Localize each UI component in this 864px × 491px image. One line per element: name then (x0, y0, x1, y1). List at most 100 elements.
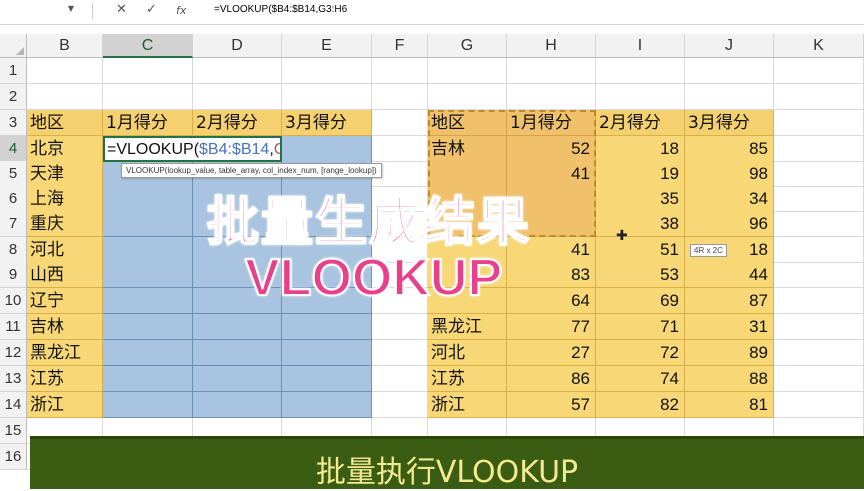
right-score-cell[interactable]: 88 (685, 366, 774, 392)
right-score-cell[interactable]: 18 (596, 136, 685, 162)
row-header-4[interactable]: 4 (0, 136, 27, 162)
right-score-cell[interactable]: 89 (685, 340, 774, 366)
column-header-f[interactable]: F (372, 34, 428, 58)
right-score-cell[interactable]: 77 (507, 314, 596, 340)
right-region-cell[interactable]: 黑龙江 (428, 314, 507, 340)
right-score-cell[interactable]: 86 (507, 366, 596, 392)
column-header-b[interactable]: B (27, 34, 103, 58)
region-cell[interactable]: 黑龙江 (27, 340, 103, 366)
left-header-cell[interactable]: 地区 (27, 110, 103, 136)
score-cell[interactable] (193, 314, 282, 340)
score-cell[interactable] (103, 340, 193, 366)
right-score-cell[interactable]: 74 (596, 366, 685, 392)
score-cell[interactable] (282, 340, 372, 366)
left-header-cell[interactable]: 2月得分 (193, 110, 282, 136)
column-header-j[interactable]: J (685, 34, 774, 58)
column-header-d[interactable]: D (193, 34, 282, 58)
score-cell[interactable] (103, 211, 193, 237)
right-score-cell[interactable]: 35 (596, 186, 685, 212)
score-cell[interactable] (103, 288, 193, 314)
score-cell[interactable] (103, 262, 193, 288)
right-score-cell[interactable]: 85 (685, 136, 774, 162)
cancel-icon[interactable]: ✕ (116, 2, 127, 17)
region-cell[interactable]: 江苏 (27, 366, 103, 392)
region-cell[interactable]: 天津 (27, 161, 103, 187)
score-cell[interactable] (103, 366, 193, 392)
score-cell[interactable] (103, 186, 193, 212)
score-cell[interactable] (193, 366, 282, 392)
score-cell[interactable] (282, 136, 372, 162)
column-header-k[interactable]: K (774, 34, 864, 58)
row-header-9[interactable]: 9 (0, 262, 27, 288)
row-header-13[interactable]: 13 (0, 366, 27, 392)
column-header-g[interactable]: G (428, 34, 507, 58)
row-header-8[interactable]: 8 (0, 237, 27, 263)
right-region-cell[interactable]: 吉林 (428, 136, 507, 162)
right-score-cell[interactable]: 96 (685, 211, 774, 237)
region-cell[interactable]: 吉林 (27, 314, 103, 340)
region-cell[interactable]: 重庆 (27, 211, 103, 237)
right-score-cell[interactable]: 44 (685, 262, 774, 288)
insert-function-icon[interactable]: fx (176, 4, 186, 17)
right-score-cell[interactable]: 72 (596, 340, 685, 366)
region-cell[interactable]: 辽宁 (27, 288, 103, 314)
right-score-cell[interactable]: 81 (685, 392, 774, 418)
right-score-cell[interactable]: 19 (596, 161, 685, 187)
region-cell[interactable]: 北京 (27, 136, 103, 162)
left-header-cell[interactable]: 3月得分 (282, 110, 372, 136)
row-header-15[interactable]: 15 (0, 418, 27, 444)
formula-input[interactable]: =VLOOKUP($B4:$B14,G3:H6 (214, 4, 347, 15)
enter-icon[interactable]: ✓ (146, 2, 157, 17)
active-cell-c4[interactable]: =VLOOKUP($B4:$B14,G3:H6 (103, 136, 282, 162)
right-score-cell[interactable]: 34 (685, 186, 774, 212)
right-score-cell[interactable]: 98 (685, 161, 774, 187)
row-header-14[interactable]: 14 (0, 392, 27, 418)
score-cell[interactable] (193, 392, 282, 418)
right-header-cell[interactable]: 1月得分 (507, 110, 596, 136)
right-region-cell[interactable]: 河北 (428, 340, 507, 366)
row-header-2[interactable]: 2 (0, 84, 27, 110)
column-header-c[interactable]: C (103, 34, 193, 58)
name-box[interactable]: ▼ (0, 2, 78, 20)
right-score-cell[interactable]: 69 (596, 288, 685, 314)
row-header-3[interactable]: 3 (0, 110, 27, 136)
right-header-cell[interactable]: 地区 (428, 110, 507, 136)
column-header-h[interactable]: H (507, 34, 596, 58)
score-cell[interactable] (103, 392, 193, 418)
region-cell[interactable]: 河北 (27, 237, 103, 263)
left-header-cell[interactable]: 1月得分 (103, 110, 193, 136)
row-header-7[interactable]: 7 (0, 211, 27, 237)
score-cell[interactable] (282, 392, 372, 418)
name-box-dropdown-icon[interactable]: ▼ (68, 4, 74, 13)
right-score-cell[interactable]: 64 (507, 288, 596, 314)
row-header-16[interactable]: 16 (0, 444, 27, 470)
right-score-cell[interactable]: 51 (596, 237, 685, 263)
row-header-12[interactable]: 12 (0, 340, 27, 366)
row-header-5[interactable]: 5 (0, 161, 27, 187)
score-cell[interactable] (282, 314, 372, 340)
select-all-corner[interactable] (0, 34, 27, 58)
right-score-cell[interactable]: 27 (507, 340, 596, 366)
score-cell[interactable] (103, 314, 193, 340)
right-header-cell[interactable]: 2月得分 (596, 110, 685, 136)
row-header-6[interactable]: 6 (0, 186, 27, 212)
right-region-cell[interactable]: 浙江 (428, 392, 507, 418)
score-cell[interactable] (282, 366, 372, 392)
right-score-cell[interactable]: 82 (596, 392, 685, 418)
right-score-cell[interactable]: 57 (507, 392, 596, 418)
score-cell[interactable] (193, 340, 282, 366)
region-cell[interactable]: 浙江 (27, 392, 103, 418)
row-header-1[interactable]: 1 (0, 58, 27, 84)
score-cell[interactable] (103, 237, 193, 263)
right-score-cell[interactable]: 53 (596, 262, 685, 288)
right-region-cell[interactable]: 江苏 (428, 366, 507, 392)
region-cell[interactable]: 山西 (27, 262, 103, 288)
row-header-11[interactable]: 11 (0, 314, 27, 340)
right-score-cell[interactable]: 83 (507, 262, 596, 288)
right-header-cell[interactable]: 3月得分 (685, 110, 774, 136)
column-header-e[interactable]: E (282, 34, 372, 58)
right-score-cell[interactable]: 38 (596, 211, 685, 237)
column-header-i[interactable]: I (596, 34, 685, 58)
right-score-cell[interactable]: 71 (596, 314, 685, 340)
row-header-10[interactable]: 10 (0, 288, 27, 314)
